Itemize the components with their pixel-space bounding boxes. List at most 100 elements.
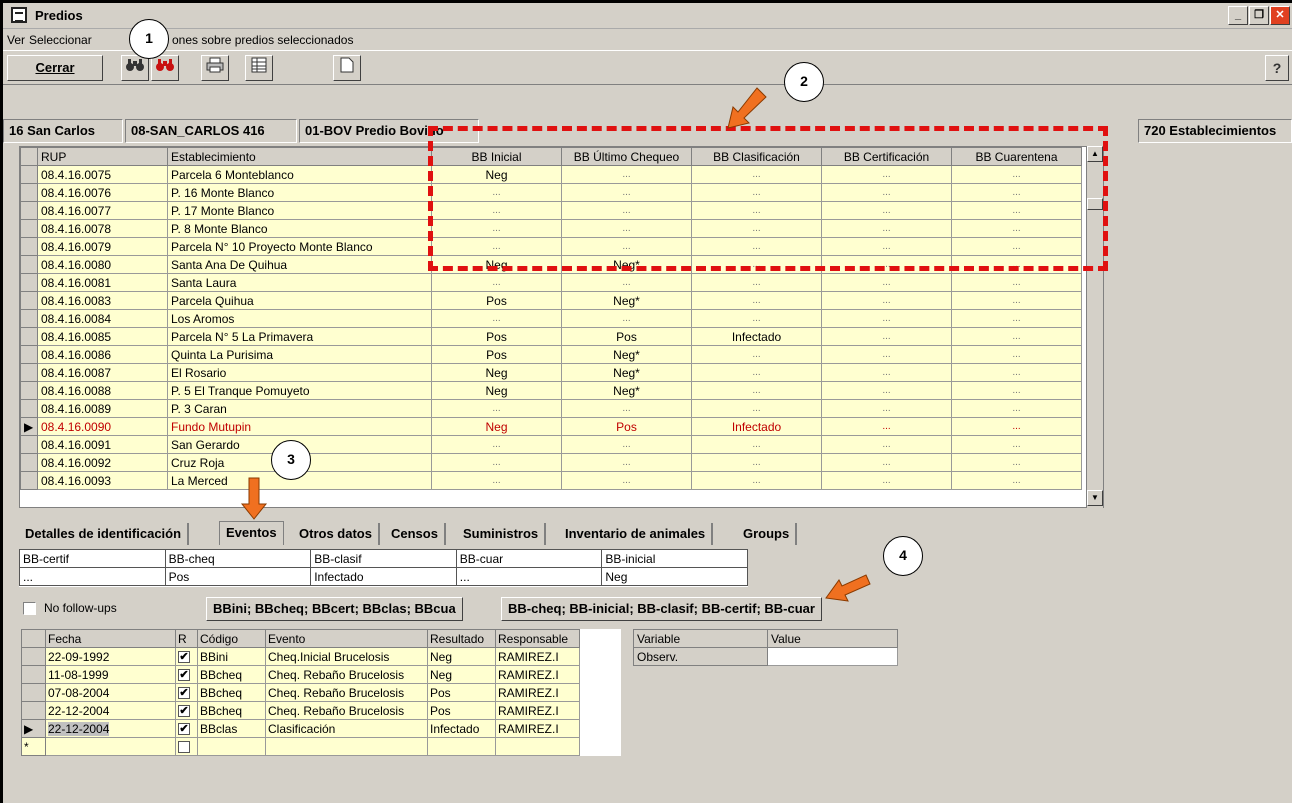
order-codes-button[interactable]: BBini; BBcheq; BBcert; BBclas; BBcua <box>206 597 463 621</box>
new-document-icon[interactable] <box>333 55 361 81</box>
table-cell[interactable]: ... <box>821 453 952 472</box>
table-cell[interactable]: ... <box>951 309 1082 328</box>
table-cell[interactable]: Santa Laura <box>167 273 432 292</box>
table-cell[interactable]: Infectado <box>691 327 822 346</box>
table-cell[interactable]: ... <box>691 273 822 292</box>
scroll-down-arrow-icon[interactable]: ▼ <box>1087 490 1103 506</box>
table-cell[interactable]: ... <box>951 363 1082 382</box>
table-cell[interactable]: 08.4.16.0078 <box>37 219 168 238</box>
history-cell[interactable]: Cheq.Inicial Brucelosis <box>265 647 428 666</box>
table-cell[interactable]: ... <box>561 453 692 472</box>
menu-acciones[interactable]: ones sobre predios seleccionados <box>172 33 353 47</box>
row-selector[interactable] <box>20 399 38 418</box>
table-cell[interactable]: ... <box>951 417 1082 436</box>
variable-value-cell[interactable] <box>767 647 898 666</box>
order-names-button[interactable]: BB-cheq; BB-inicial; BB-clasif; BB-certi… <box>501 597 822 621</box>
row-selector[interactable] <box>20 327 38 346</box>
no-followups-option[interactable]: No follow-ups <box>23 601 117 616</box>
table-cell[interactable]: P. 17 Monte Blanco <box>167 201 432 220</box>
new-record-row[interactable]: * <box>21 737 580 756</box>
new-row-cell[interactable] <box>427 737 496 756</box>
history-row[interactable]: ▶ 22-12-2004 ✔ BBclas Clasificación Infectado… <box>21 719 580 738</box>
table-cell[interactable]: 08.4.16.0092 <box>37 453 168 472</box>
history-cell[interactable]: 22-09-1992 <box>45 647 176 666</box>
table-cell[interactable]: ... <box>821 273 952 292</box>
table-cell[interactable]: 08.4.16.0088 <box>37 381 168 400</box>
table-cell[interactable]: Infectado <box>691 417 822 436</box>
table-cell[interactable]: ... <box>821 327 952 346</box>
table-row[interactable]: 08.4.16.0084 Los Aromos............... <box>20 309 1082 328</box>
table-cell[interactable]: ... <box>431 435 562 454</box>
table-cell[interactable]: Pos <box>431 291 562 310</box>
table-cell[interactable]: 08.4.16.0080 <box>37 255 168 274</box>
table-cell[interactable]: ... <box>951 345 1082 364</box>
history-cell[interactable]: Neg <box>427 665 496 684</box>
table-cell[interactable]: 08.4.16.0076 <box>37 183 168 202</box>
table-cell[interactable]: 08.4.16.0085 <box>37 327 168 346</box>
table-cell[interactable]: 08.4.16.0090 <box>37 417 168 436</box>
history-column-header[interactable]: Fecha <box>45 629 176 648</box>
registered-checkbox[interactable]: ✔ <box>178 651 190 664</box>
registered-checkbox[interactable]: ✔ <box>178 669 190 682</box>
column-header[interactable]: Establecimiento <box>167 147 432 166</box>
history-column-header[interactable]: R <box>175 629 198 648</box>
table-cell[interactable]: ... <box>691 309 822 328</box>
table-cell[interactable]: ... <box>691 471 822 490</box>
table-row[interactable]: 08.4.16.0086 Quinta La Purisima Pos Neg*...… <box>20 345 1082 364</box>
history-column-header[interactable]: Evento <box>265 629 428 648</box>
table-cell[interactable]: ... <box>561 309 692 328</box>
new-row-cell[interactable] <box>175 737 198 756</box>
table-cell[interactable]: Pos <box>431 345 562 364</box>
find-icon[interactable] <box>121 55 149 81</box>
restore-button[interactable]: ❐ <box>1249 6 1269 25</box>
table-view-icon[interactable] <box>245 55 273 81</box>
row-selector[interactable] <box>20 219 38 238</box>
history-cell[interactable]: Infectado <box>427 719 496 738</box>
history-cell[interactable]: Pos <box>427 701 496 720</box>
history-cell[interactable]: RAMIREZ.I <box>495 701 580 720</box>
history-cell[interactable]: BBcheq <box>197 683 266 702</box>
history-column-header[interactable]: Resultado <box>427 629 496 648</box>
variables-column-header[interactable]: Value <box>767 629 898 648</box>
history-row[interactable]: 22-12-2004 ✔ BBcheq Cheq. Rebaño Brucelosis… <box>21 701 580 720</box>
table-cell[interactable]: ... <box>821 345 952 364</box>
tab-groups[interactable]: Groups <box>737 523 798 545</box>
table-cell[interactable]: ... <box>951 273 1082 292</box>
row-selector[interactable] <box>20 471 38 490</box>
history-cell[interactable]: Clasificación <box>265 719 428 738</box>
history-cell[interactable]: BBini <box>197 647 266 666</box>
table-cell[interactable]: Neg <box>431 363 562 382</box>
no-followups-checkbox[interactable] <box>23 602 36 616</box>
row-selector[interactable] <box>20 255 38 274</box>
table-cell[interactable]: ... <box>821 363 952 382</box>
table-cell[interactable]: 08.4.16.0075 <box>37 165 168 184</box>
tab-censos[interactable]: Censos <box>385 523 446 545</box>
tab-detalles[interactable]: Detalles de identificación <box>19 523 190 545</box>
table-cell[interactable]: ... <box>431 309 562 328</box>
find-next-icon[interactable] <box>151 55 179 81</box>
table-row[interactable]: 08.4.16.0093 La Merced............... <box>20 471 1082 490</box>
table-cell[interactable]: ... <box>561 435 692 454</box>
table-cell[interactable]: Quinta La Purisima <box>167 345 432 364</box>
table-cell[interactable]: ... <box>821 471 952 490</box>
new-row-checkbox[interactable] <box>178 741 190 754</box>
menu-seleccionar[interactable]: Seleccionar <box>29 33 92 47</box>
row-selector[interactable] <box>20 345 38 364</box>
event-history-grid[interactable]: Fecha R Código Evento Resultado Responsable 2… <box>21 629 621 756</box>
cerrar-button[interactable]: Cerrar <box>7 55 103 81</box>
table-cell[interactable]: ... <box>821 417 952 436</box>
table-cell[interactable]: ... <box>951 399 1082 418</box>
table-cell[interactable]: Neg* <box>561 363 692 382</box>
history-cell[interactable]: Neg <box>427 647 496 666</box>
row-selector[interactable] <box>21 683 46 702</box>
table-cell[interactable]: Pos <box>561 417 692 436</box>
table-row[interactable]: 08.4.16.0091 San Gerardo............... <box>20 435 1082 454</box>
table-cell[interactable]: ... <box>431 453 562 472</box>
history-cell[interactable]: 22-12-2004 <box>45 719 176 738</box>
table-cell[interactable]: ... <box>821 399 952 418</box>
variables-grid[interactable]: Variable Value Observ. <box>633 629 898 666</box>
table-row[interactable]: 08.4.16.0085 Parcela N° 5 La Primavera Pos… <box>20 327 1082 346</box>
table-cell[interactable]: Neg <box>431 417 562 436</box>
table-cell[interactable]: Pos <box>561 327 692 346</box>
table-cell[interactable]: ... <box>951 291 1082 310</box>
